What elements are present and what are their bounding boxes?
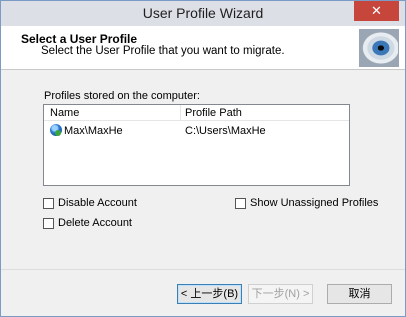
- close-button[interactable]: ✕: [354, 1, 399, 21]
- eye-image: [359, 29, 399, 67]
- profiles-caption: Profiles stored on the computer:: [44, 90, 200, 102]
- cancel-button[interactable]: 取消: [327, 284, 392, 304]
- checkbox-box[interactable]: [235, 197, 246, 209]
- listview-header: Name Profile Path: [44, 105, 349, 121]
- column-divider[interactable]: [180, 105, 181, 121]
- show-unassigned-checkbox[interactable]: Show Unassigned Profiles: [235, 196, 378, 210]
- page-subtitle: Select the User Profile that you want to…: [41, 45, 285, 57]
- show-unassigned-label: Show Unassigned Profiles: [250, 197, 379, 209]
- wizard-window: User Profile Wizard ✕ Select a User Prof…: [0, 0, 406, 317]
- column-header-profile-path[interactable]: Profile Path: [185, 107, 242, 119]
- user-globe-icon: [50, 124, 62, 136]
- disable-account-label: Disable Account: [58, 197, 137, 209]
- window-title: User Profile Wizard: [142, 5, 264, 21]
- back-button[interactable]: < 上一步(B): [177, 284, 242, 304]
- wizard-header: Select a User Profile Select the User Pr…: [1, 26, 405, 70]
- profiles-listview[interactable]: Name Profile Path Max\MaxHe C:\Users\Max…: [43, 104, 350, 186]
- disable-account-checkbox[interactable]: Disable Account: [43, 196, 137, 210]
- footer-divider: [1, 269, 405, 270]
- list-item[interactable]: Max\MaxHe C:\Users\MaxHe: [44, 123, 349, 139]
- wizard-content: Profiles stored on the computer: Name Pr…: [1, 71, 405, 269]
- delete-account-checkbox[interactable]: Delete Account: [43, 216, 132, 230]
- delete-account-label: Delete Account: [58, 217, 132, 229]
- close-icon: ✕: [371, 3, 382, 18]
- checkbox-box[interactable]: [43, 217, 54, 229]
- page-title: Select a User Profile: [21, 32, 138, 46]
- profile-path: C:\Users\MaxHe: [185, 125, 266, 137]
- title-bar: User Profile Wizard ✕: [1, 1, 405, 26]
- profile-name: Max\MaxHe: [64, 125, 123, 137]
- checkbox-box[interactable]: [43, 197, 54, 209]
- column-header-name[interactable]: Name: [50, 107, 79, 119]
- next-button[interactable]: 下一步(N) >: [248, 284, 313, 304]
